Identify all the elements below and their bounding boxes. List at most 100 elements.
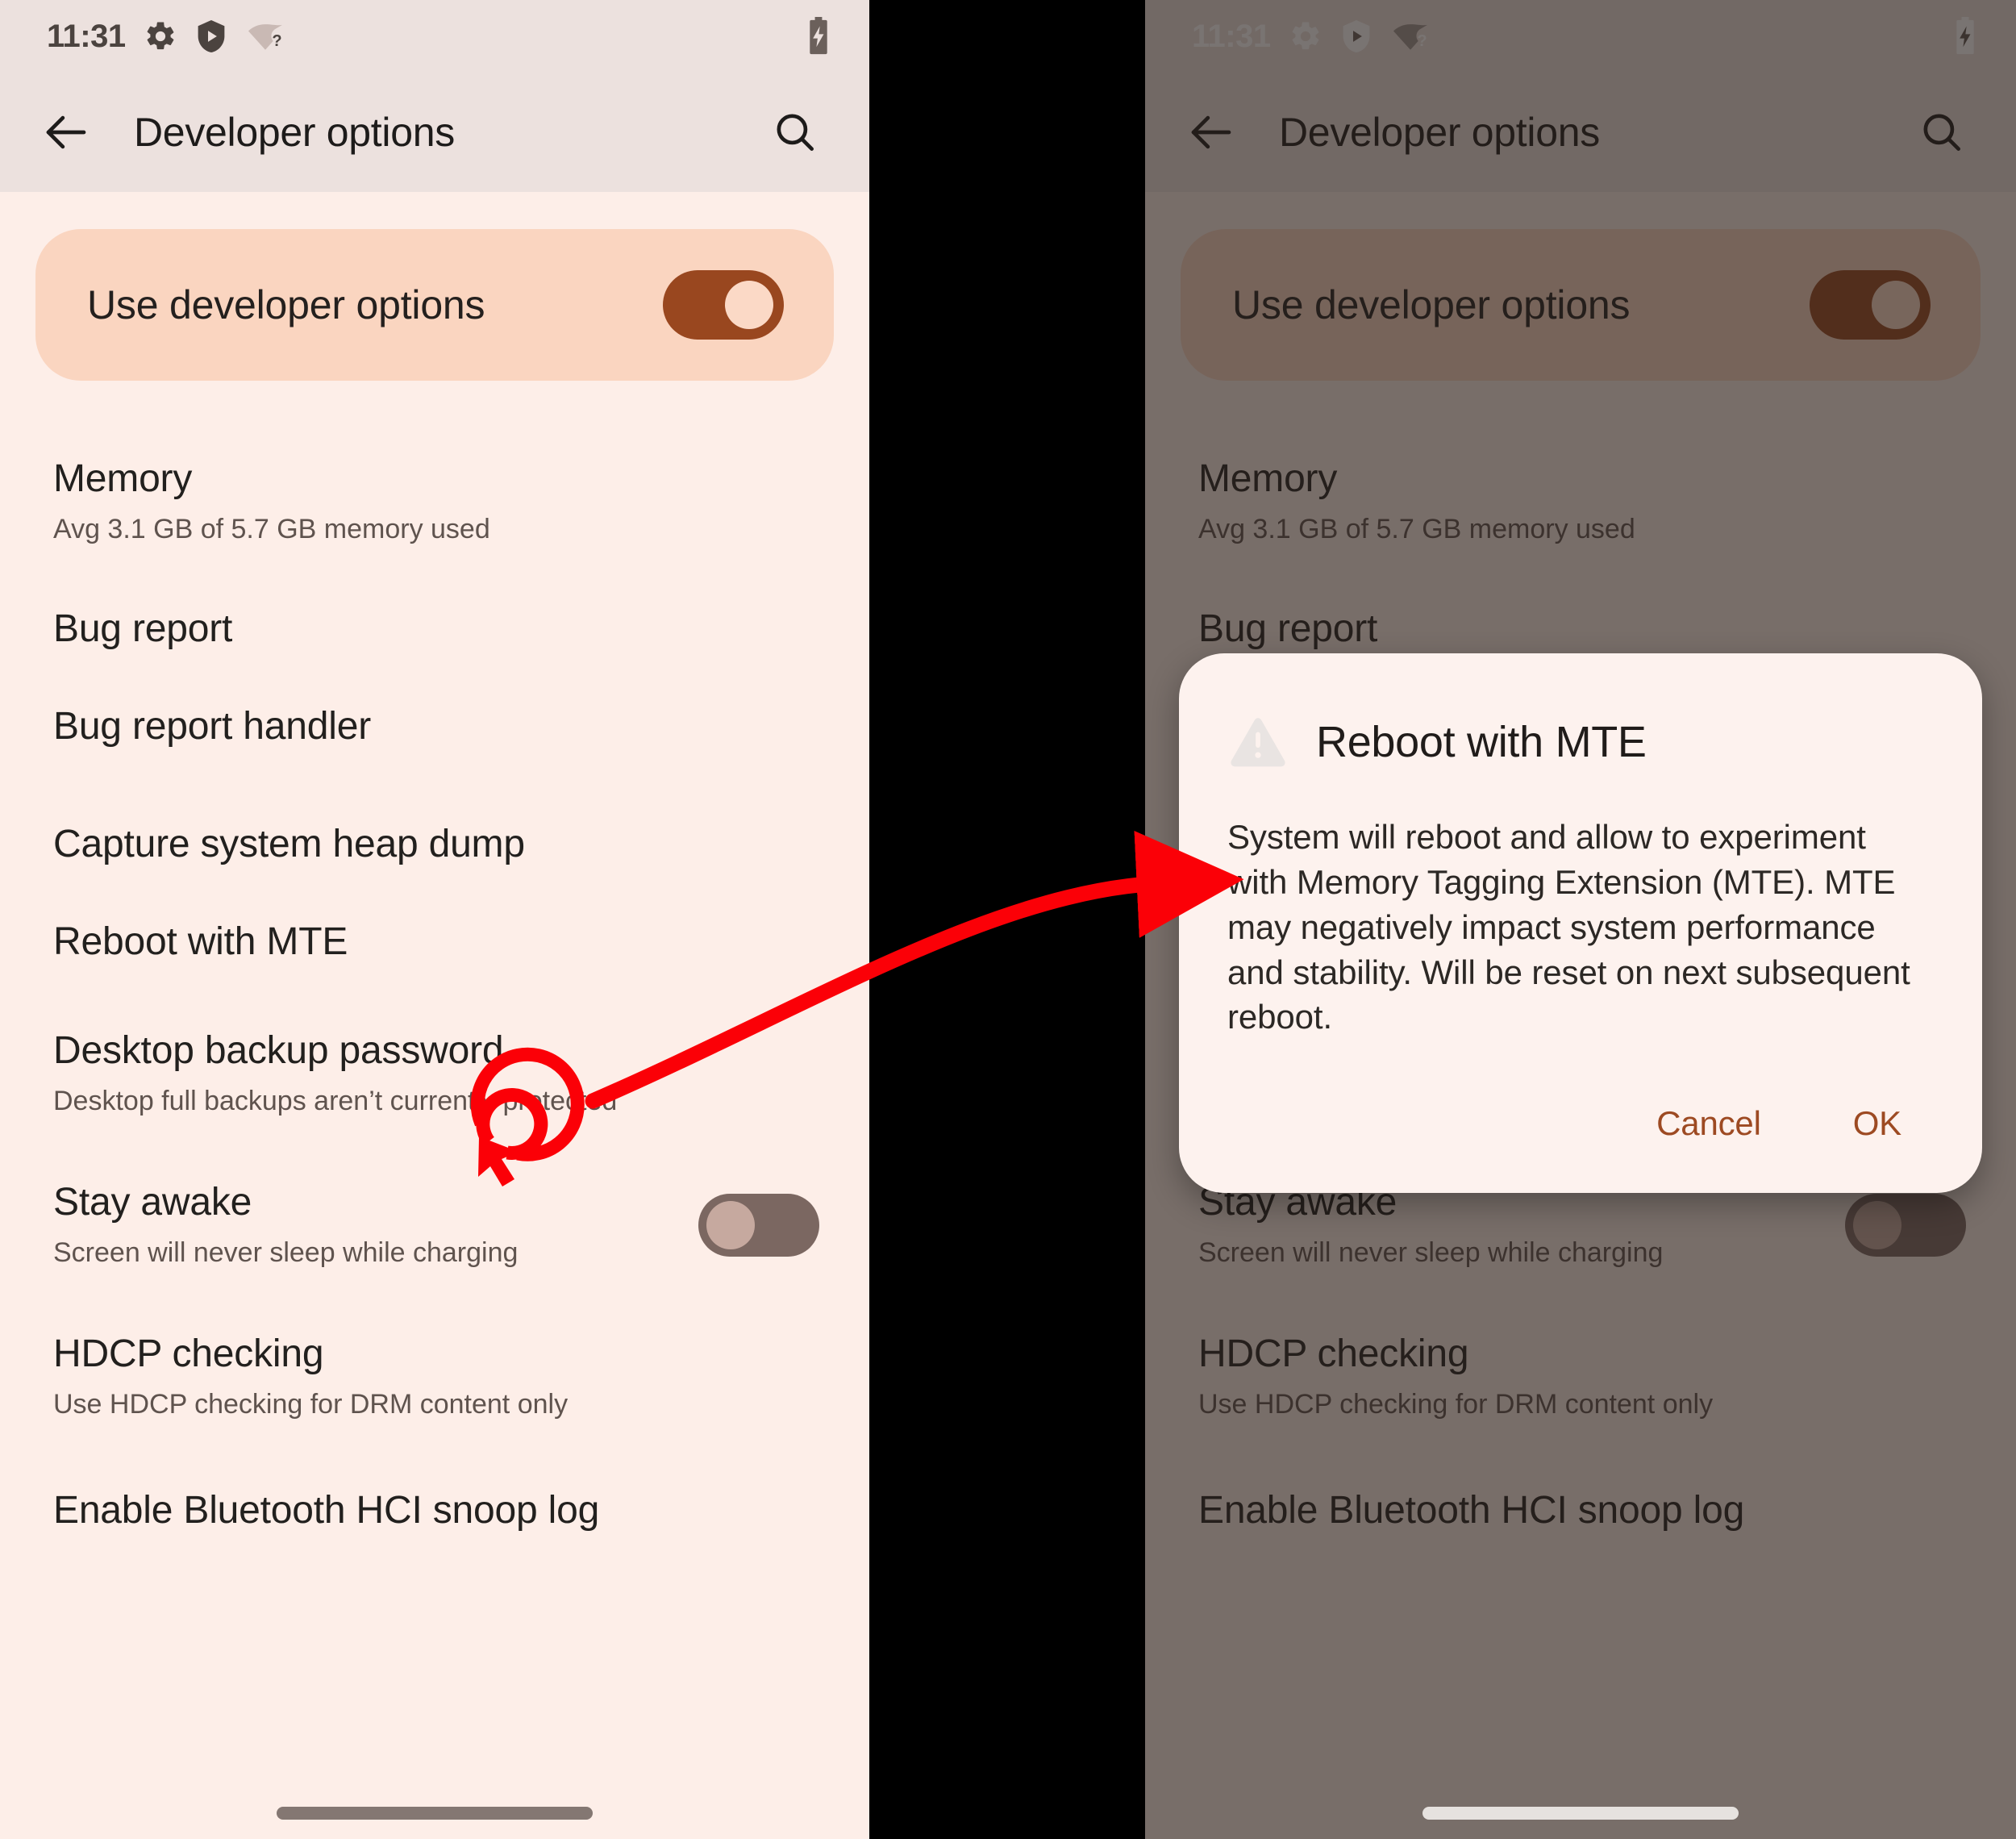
wifi-question-icon: ? [1390, 19, 1431, 53]
wifi-question-icon: ? [245, 19, 285, 53]
home-gesture-bar[interactable] [277, 1807, 593, 1820]
warning-triangle-icon [1227, 711, 1289, 773]
use-developer-options-card[interactable]: Use developer options [1181, 229, 1981, 381]
list-item-hdcp-checking[interactable]: HDCP checking Use HDCP checking for DRM … [1145, 1298, 2016, 1449]
row-text: Memory Avg 3.1 GB of 5.7 GB memory used [53, 457, 834, 545]
list-item-enable-bluetooth-hci-snoop-log[interactable]: Enable Bluetooth HCI snoop log [1145, 1449, 2016, 1562]
row-title: Desktop backup password [53, 1029, 504, 1073]
row-subtitle: Use HDCP checking for DRM content only [53, 1388, 569, 1420]
use-developer-options-switch[interactable] [1810, 270, 1931, 340]
row-title: Bug report [1198, 607, 1378, 650]
row-subtitle: Use HDCP checking for DRM content only [1198, 1388, 1714, 1420]
back-button[interactable] [1173, 94, 1250, 171]
row-subtitle: Screen will never sleep while charging [53, 1236, 519, 1268]
battery-charging-icon [805, 17, 832, 56]
row-text: HDCP checking Use HDCP checking for DRM … [53, 1332, 834, 1420]
dialog-header: Reboot with MTE [1227, 711, 1934, 773]
ok-button[interactable]: OK [1821, 1086, 1934, 1161]
back-arrow-icon [40, 106, 93, 159]
row-subtitle: Avg 3.1 GB of 5.7 GB memory used [53, 513, 490, 544]
back-button[interactable] [27, 94, 105, 171]
use-developer-options-switch[interactable] [663, 270, 784, 340]
status-bar-left: 11:31 ? [1192, 19, 1431, 54]
use-developer-options-card[interactable]: Use developer options [35, 229, 834, 381]
search-icon [770, 107, 820, 157]
status-bar: 11:31 ? [0, 0, 869, 73]
list-item-reboot-with-mte[interactable]: Reboot with MTE [0, 889, 869, 1001]
row-text: HDCP checking Use HDCP checking for DRM … [1198, 1332, 1981, 1420]
row-title: Enable Bluetooth HCI snoop log [53, 1488, 600, 1532]
settings-list: Memory Avg 3.1 GB of 5.7 GB memory used … [0, 415, 869, 1562]
row-text: Desktop backup password Desktop full bac… [53, 1029, 834, 1117]
page-title: Developer options [134, 110, 455, 155]
screen-content-after: 11:31 ? Developer options Use developer … [1145, 0, 2016, 1839]
search-icon [1917, 107, 1967, 157]
row-text: Memory Avg 3.1 GB of 5.7 GB memory used [1198, 457, 1981, 545]
row-text: Enable Bluetooth HCI snoop log [1198, 1488, 1981, 1532]
row-text: Bug report [1198, 607, 1981, 651]
row-title: Bug report [53, 607, 233, 650]
gear-icon [144, 19, 177, 53]
page-title: Developer options [1279, 110, 1600, 155]
toggle-switch-off-icon [1853, 1200, 1901, 1249]
row-subtitle: Desktop full backups aren’t currently pr… [53, 1085, 618, 1116]
row-text: Reboot with MTE [53, 920, 834, 964]
search-button[interactable] [756, 94, 834, 171]
gear-icon [1289, 19, 1322, 53]
stay-awake-switch[interactable] [698, 1193, 819, 1257]
svg-text:?: ? [272, 32, 281, 50]
status-bar: 11:31 ? [1145, 0, 2016, 73]
list-item-stay-awake[interactable]: Stay awake Screen will never sleep while… [0, 1146, 869, 1298]
home-gesture-bar[interactable] [1422, 1807, 1739, 1820]
row-title: Memory [1198, 457, 1338, 500]
row-text: Enable Bluetooth HCI snoop log [53, 1488, 834, 1532]
search-button[interactable] [1903, 94, 1981, 171]
row-text: Stay awake Screen will never sleep while… [53, 1181, 698, 1269]
back-arrow-icon [1185, 106, 1238, 159]
row-text: Bug report handler [53, 704, 834, 749]
row-title: Bug report handler [53, 704, 371, 748]
list-item-enable-bluetooth-hci-snoop-log[interactable]: Enable Bluetooth HCI snoop log [0, 1449, 869, 1562]
dialog-message: System will reboot and allow to experime… [1227, 818, 1910, 1036]
status-bar-left: 11:31 ? [47, 19, 285, 54]
list-item-memory[interactable]: Memory Avg 3.1 GB of 5.7 GB memory used [1145, 415, 2016, 574]
row-title: HDCP checking [1198, 1332, 1469, 1375]
list-item-bug-report[interactable]: Bug report [0, 574, 869, 672]
row-text: Capture system heap dump [53, 824, 834, 866]
settings-content: Use developer options Memory Avg 3.1 GB … [0, 192, 869, 1839]
row-title: Reboot with MTE [53, 920, 348, 964]
list-item-hdcp-checking[interactable]: HDCP checking Use HDCP checking for DRM … [0, 1298, 869, 1449]
toggle-switch-on-icon [725, 281, 773, 329]
row-title: Memory [53, 457, 193, 500]
app-bar: Developer options [1145, 73, 2016, 192]
row-title: Capture system heap dump [53, 823, 525, 866]
list-item-capture-system-heap-dump[interactable]: Capture system heap dump [0, 790, 869, 889]
row-text: Bug report [53, 607, 834, 651]
toggle-switch-on-icon [1872, 281, 1920, 329]
stay-awake-switch[interactable] [1845, 1193, 1966, 1257]
row-text: Stay awake Screen will never sleep while… [1198, 1181, 1845, 1269]
toggle-switch-off-icon [706, 1200, 755, 1249]
use-developer-options-label: Use developer options [87, 282, 485, 327]
row-subtitle: Screen will never sleep while charging [1198, 1236, 1664, 1268]
shield-play-icon [195, 19, 227, 54]
dialog-title: Reboot with MTE [1316, 718, 1647, 766]
shield-play-icon [1340, 19, 1372, 54]
status-bar-clock: 11:31 [47, 19, 126, 54]
cancel-button[interactable]: Cancel [1624, 1086, 1793, 1161]
list-item-memory[interactable]: Memory Avg 3.1 GB of 5.7 GB memory used [0, 415, 869, 574]
screenshot-stage: 11:31 ? Developer options Use developer … [0, 0, 2016, 1839]
list-item-desktop-backup-password[interactable]: Desktop backup password Desktop full bac… [0, 1001, 869, 1146]
status-bar-clock: 11:31 [1192, 19, 1271, 54]
app-bar: Developer options [0, 73, 869, 192]
phone-screen-after: 11:31 ? Developer options Use developer … [1145, 0, 2016, 1839]
phone-screen-before: 11:31 ? Developer options Use developer … [0, 0, 869, 1839]
dialog-actions: Cancel OK [1227, 1086, 1934, 1161]
row-title: Enable Bluetooth HCI snoop log [1198, 1488, 1745, 1532]
battery-charging-icon [1951, 17, 1979, 56]
reboot-with-mte-dialog: Reboot with MTE System will reboot and a… [1179, 653, 1982, 1194]
list-item-bug-report-handler[interactable]: Bug report handler [0, 672, 869, 790]
svg-text:?: ? [1417, 32, 1427, 50]
row-subtitle: Avg 3.1 GB of 5.7 GB memory used [1198, 513, 1635, 544]
row-title: HDCP checking [53, 1332, 324, 1375]
